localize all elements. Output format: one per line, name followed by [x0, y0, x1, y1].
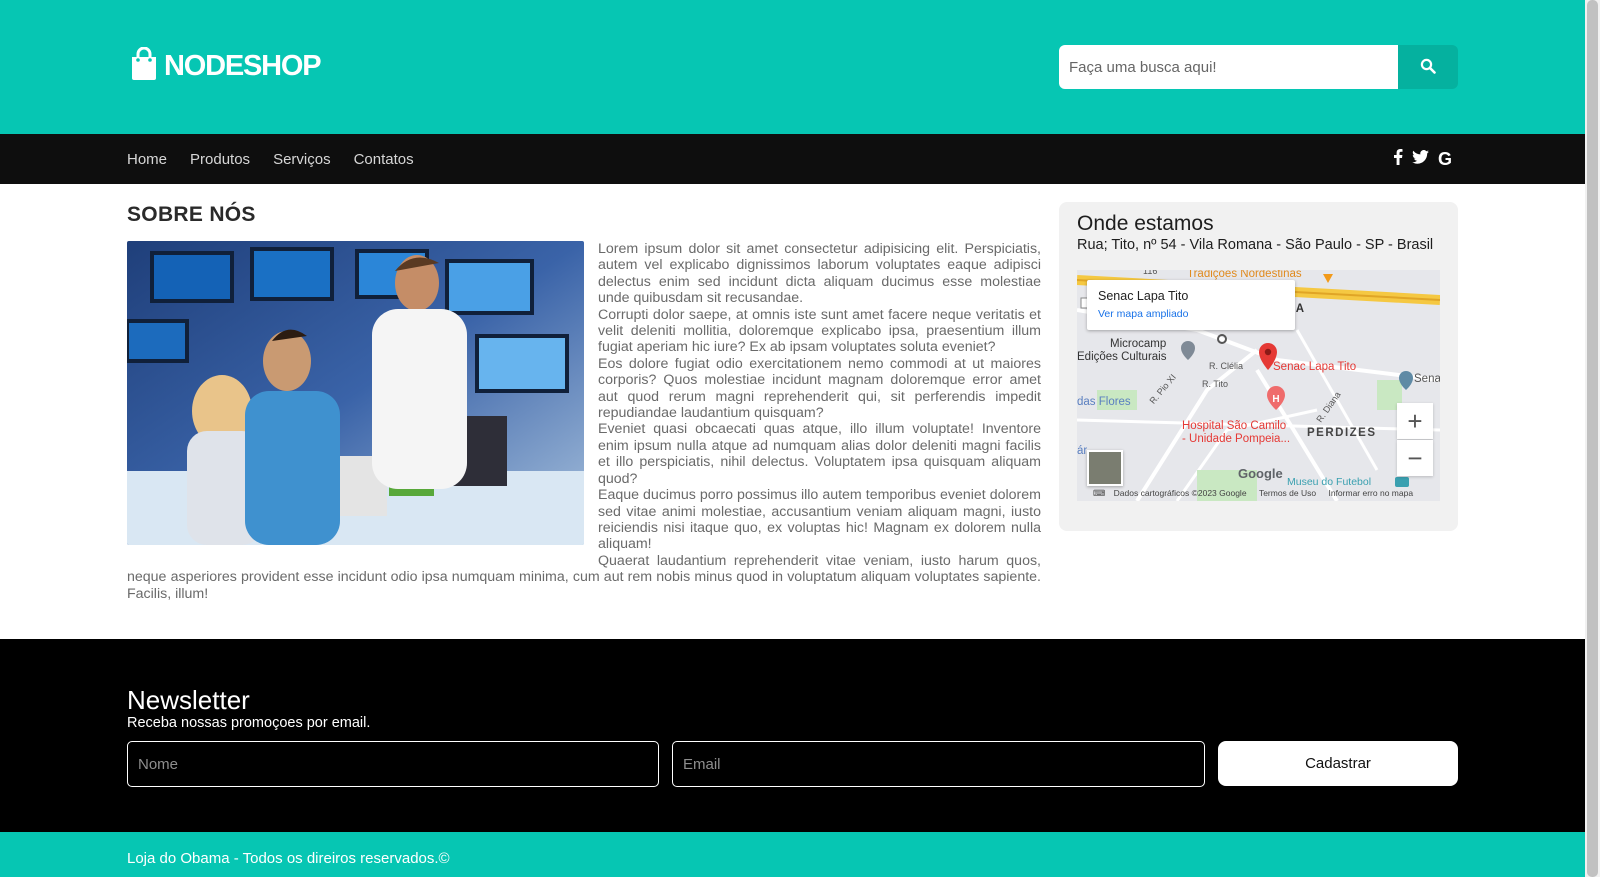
location-card: Onde estamos Rua; Tito, nº 54 - Vila Rom… [1059, 202, 1458, 531]
google-logo: Google [1238, 466, 1283, 481]
subscribe-button[interactable]: Cadastrar [1218, 741, 1458, 786]
map-label-edicoes: Edições Culturais [1077, 351, 1167, 363]
keyboard-icon[interactable]: ⌨ [1093, 488, 1105, 498]
photo-spacer [127, 241, 598, 555]
logo[interactable]: NODESHOP [131, 46, 322, 86]
footer-copyright: Loja do Obama - Todos os direiros reserv… [127, 850, 450, 867]
footer: Loja do Obama - Todos os direiros reserv… [0, 832, 1585, 877]
map-label-microcamp: Microcamp [1110, 338, 1167, 350]
twitter-icon[interactable] [1412, 149, 1429, 169]
map-label-road-116: 116 [1143, 270, 1158, 276]
svg-text:H: H [1272, 394, 1279, 405]
map-popup: Senac Lapa Tito Ver mapa ampliado [1087, 280, 1295, 330]
map-label-museu: Museu do Futebol [1287, 476, 1372, 488]
map-label-senac: Senac Lapa Tito [1273, 361, 1357, 373]
map-label-sena: Sena [1414, 373, 1440, 385]
map-data-attribution: Dados cartográficos ©2023 Google [1113, 488, 1247, 498]
map-label-r-tito: R. Tito [1202, 379, 1229, 389]
newsletter-name-field[interactable] [127, 741, 659, 787]
search-box [1059, 45, 1458, 89]
location-title: Onde estamos [1077, 212, 1214, 235]
newsletter-title: Newsletter [127, 685, 250, 715]
search-button[interactable] [1398, 45, 1458, 89]
location-address: Rua; Tito, nº 54 - Vila Romana - São Pau… [1077, 237, 1434, 253]
map-label-hospital-1: Hospital São Camilo [1182, 420, 1287, 432]
nav-link-home[interactable]: Home [127, 151, 167, 168]
newsletter-email-field[interactable] [672, 741, 1205, 787]
satellite-thumbnail[interactable] [1087, 450, 1123, 486]
zoom-out-button[interactable]: − [1397, 440, 1433, 476]
map-footer: ⌨ Dados cartográficos ©2023 Google Termo… [1093, 488, 1413, 499]
search-input[interactable] [1059, 45, 1398, 89]
map-label-ar: ár [1077, 445, 1088, 457]
newsletter-section: Newsletter Receba nossas promoçoes por e… [0, 639, 1585, 832]
nav-links: Home Produtos Serviços Contatos [127, 134, 414, 184]
logo-text: NODESHOP [164, 50, 322, 82]
shopping-bag-icon [131, 46, 157, 86]
nav-link-produtos[interactable]: Produtos [190, 151, 250, 168]
scrollbar[interactable] [1585, 0, 1600, 877]
google-icon[interactable]: G [1438, 149, 1452, 170]
facebook-icon[interactable] [1393, 148, 1403, 170]
social-links: G [1393, 134, 1452, 184]
map-label-hospital-2: - Unidade Pompeia... [1182, 433, 1291, 445]
zoom-in-button[interactable]: + [1397, 403, 1433, 439]
map-terms-link[interactable]: Termos de Uso [1259, 488, 1316, 498]
map-popup-title: Senac Lapa Tito [1098, 289, 1189, 303]
view-larger-map-link[interactable]: Ver mapa ampliado [1098, 308, 1284, 320]
navbar: Home Produtos Serviços Contatos G [0, 134, 1585, 184]
newsletter-subtitle: Receba nossas promoçoes por email. [127, 715, 371, 731]
about-title: SOBRE NÓS [127, 203, 256, 226]
nav-link-contatos[interactable]: Contatos [354, 151, 414, 168]
map-label-perdizes: PERDIZES [1307, 427, 1377, 439]
nav-link-servicos[interactable]: Serviços [273, 151, 331, 168]
google-map[interactable]: H 116 Tradições Nordestinas CA Microcamp… [1077, 270, 1440, 501]
about-text: Lorem ipsum dolor sit amet consectetur a… [127, 241, 1041, 602]
map-label-r-clelia: R. Clélia [1209, 361, 1244, 371]
scrollbar-thumb[interactable] [1587, 0, 1598, 877]
header: NODESHOP [0, 0, 1585, 134]
map-label-das-flores: das Flores [1077, 396, 1131, 408]
map-label-tradicoes: Tradições Nordestinas [1187, 270, 1302, 280]
search-icon [1420, 58, 1436, 77]
map-report-link[interactable]: Informar erro no mapa [1328, 488, 1413, 498]
about-paragraph: Quaerat laudantium reprehenderit vitae v… [127, 552, 1041, 602]
